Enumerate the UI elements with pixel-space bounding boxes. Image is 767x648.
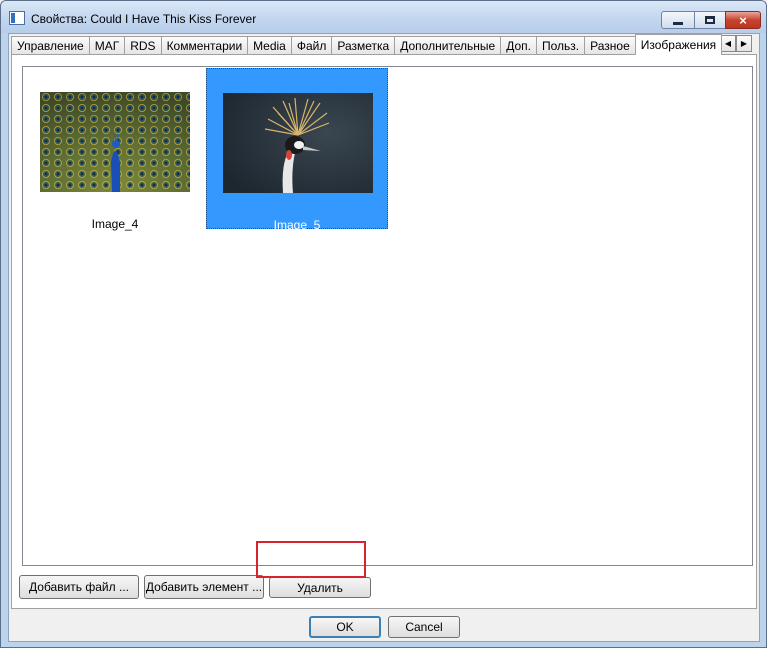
add-file-button[interactable]: Добавить файл ...: [19, 575, 139, 599]
image-item-selected[interactable]: Image_5: [206, 68, 388, 232]
image-caption: Image_4: [91, 217, 139, 231]
minimize-button[interactable]: [661, 11, 695, 29]
crowned-crane-image: [223, 93, 373, 193]
tab-mag[interactable]: МАГ: [88, 36, 126, 55]
tab-misc[interactable]: Разное: [584, 36, 636, 55]
image-caption: Image_5: [273, 218, 321, 232]
tab-strip: Управление МАГ RDS Комментарии Media Фай…: [11, 34, 757, 55]
tab-scroll-left-button[interactable]: ◀: [720, 35, 736, 52]
tab-scroll-right-button[interactable]: ▶: [736, 35, 752, 52]
close-icon: ×: [739, 12, 747, 28]
dialog-client-area: Управление МАГ RDS Комментарии Media Фай…: [8, 33, 760, 642]
minimize-icon: [673, 21, 683, 25]
image-list[interactable]: Image_4 Image_5: [22, 66, 753, 566]
tab-rds[interactable]: RDS: [124, 36, 162, 55]
window-title: Свойства: Could I Have This Kiss Forever: [31, 12, 257, 26]
app-icon: [9, 11, 25, 25]
delete-highlight-frame: [256, 541, 366, 578]
properties-window: Свойства: Could I Have This Kiss Forever…: [0, 0, 767, 648]
title-bar[interactable]: Свойства: Could I Have This Kiss Forever…: [1, 1, 766, 33]
arrow-right-icon: ▶: [740, 39, 748, 48]
ok-button[interactable]: OK: [309, 616, 381, 638]
tab-extra[interactable]: Доп.: [500, 36, 537, 55]
tab-upravlenie[interactable]: Управление: [11, 36, 90, 55]
tab-images[interactable]: Изображения: [634, 34, 723, 55]
arrow-left-icon: ◀: [724, 39, 732, 48]
tab-comments[interactable]: Комментарии: [160, 36, 249, 55]
tab-additional[interactable]: Дополнительные: [394, 36, 502, 55]
tab-media[interactable]: Media: [247, 36, 292, 55]
tab-user[interactable]: Польз.: [536, 36, 586, 55]
maximize-button[interactable]: [694, 11, 726, 29]
tab-markup[interactable]: Разметка: [331, 36, 396, 55]
delete-button[interactable]: Удалить: [269, 577, 371, 598]
tab-file[interactable]: Файл: [290, 36, 333, 55]
add-element-button[interactable]: Добавить элемент ...: [144, 575, 264, 599]
cancel-button[interactable]: Cancel: [388, 616, 460, 638]
peacock-image: [40, 92, 190, 192]
close-button[interactable]: ×: [725, 11, 761, 29]
images-tab-page: Image_4 Image_5 Добавить файл ... Добави…: [11, 54, 757, 609]
maximize-icon: [705, 16, 715, 24]
image-item[interactable]: Image_4: [24, 68, 206, 231]
